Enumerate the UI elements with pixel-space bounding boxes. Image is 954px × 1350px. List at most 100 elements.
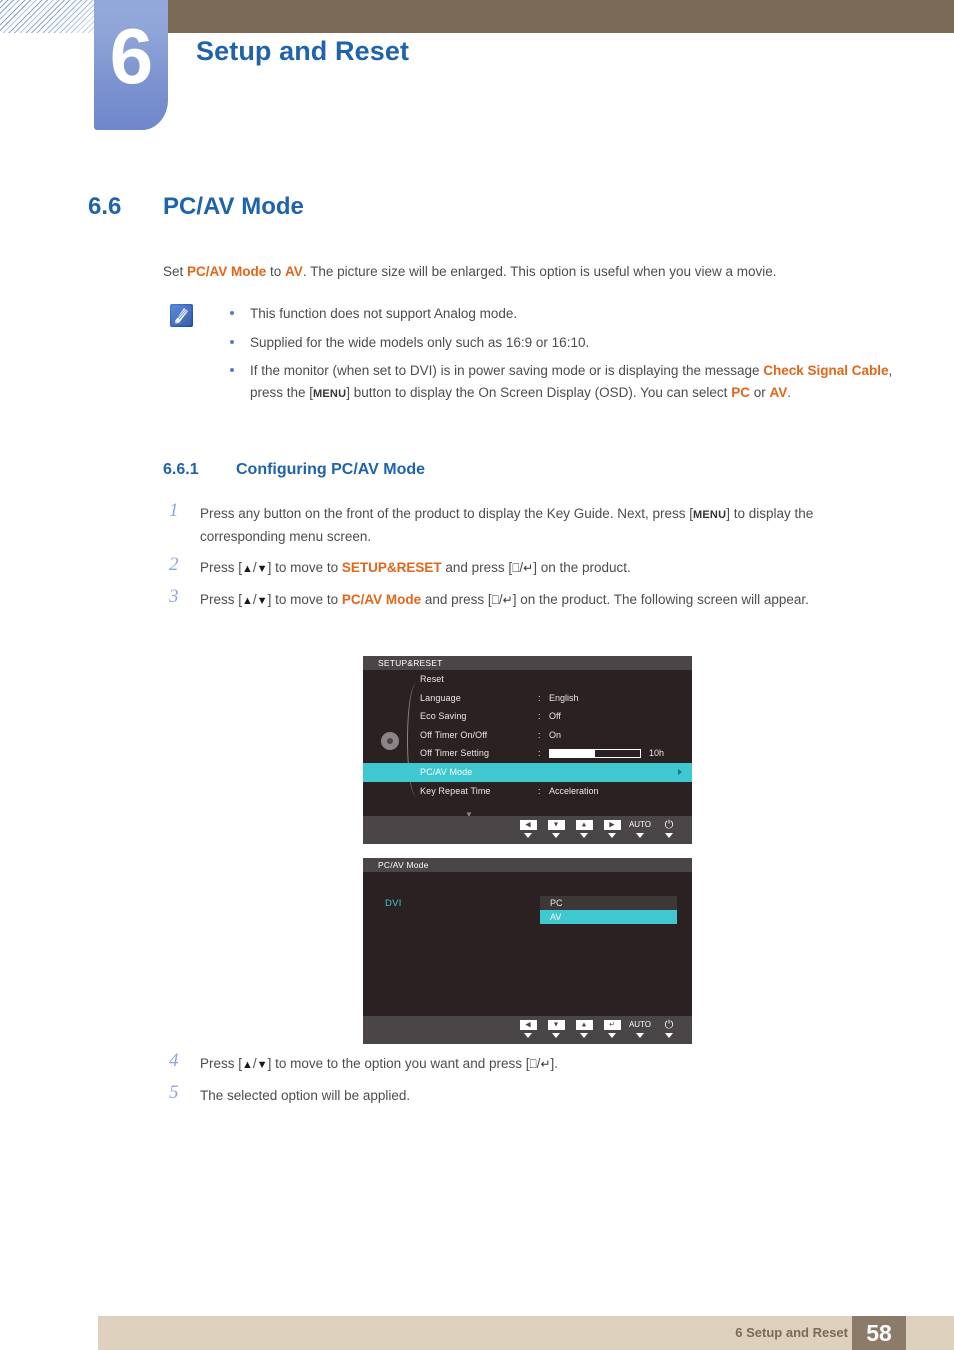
section-intro: Set PC/AV Mode to AV. The picture size w… [163,262,893,282]
enter-key-icon: ↵ [540,1057,551,1071]
step-text-part2: ] to move to [267,560,342,575]
osd-row-colon: : [538,748,541,759]
osd-row-label: Language [420,692,461,703]
key-caret [552,833,560,838]
osd-menu-row-eco-saving[interactable]: Eco Saving : Off [363,707,692,726]
step-item: 2 Press [▲/▼] to move to SETUP&RESET and … [163,554,895,580]
slider-fill [550,750,595,758]
note-item: If the monitor (when set to DVI) is in p… [214,360,894,405]
osd-menu-row-pcav-mode[interactable]: PC/AV Mode [363,762,692,782]
note-text-part4: or [749,384,770,400]
osd-row-colon: : [538,711,541,722]
key-guide-power[interactable]: ⏻ [654,1020,684,1038]
step-text-part1: Press any button on the front of the pro… [200,506,694,521]
osd-menu-row-off-timer-setting[interactable]: Off Timer Setting : 10h [363,744,692,763]
osd-key-guide-bar: ◀ ▼ ▲ ▶ AUTO ⏻ [363,816,692,844]
note-term-pc: PC [731,384,750,400]
step-item: 5 The selected option will be applied. [163,1082,895,1107]
up-arrow-key-icon: ▲ [242,563,253,575]
step-text-part3: ]. [550,1056,559,1071]
section-title: PC/AV Mode [163,193,304,220]
key-guide-auto[interactable]: AUTO [625,1020,655,1038]
down-arrow-key-icon: ▼ [256,1059,268,1071]
down-arrow-key-icon: ▼ [256,595,268,607]
left-arrow-icon: ◀ [525,821,531,829]
header-brown-bar [168,0,954,33]
osd-row-colon: : [538,785,541,796]
chapter-title: Setup and Reset [196,36,410,66]
osd-title: PC/AV Mode [378,860,429,870]
chapter-tab: 6 [94,0,168,130]
osd-row-value: On [549,729,562,740]
key-caret [552,1033,560,1038]
osd-row-label: Reset [420,674,445,684]
key-guide-down-arrow[interactable]: ▼ [541,1020,571,1038]
key-guide-power[interactable]: ⏻ [654,820,684,838]
osd-row-colon: : [538,692,541,703]
auto-label: AUTO [628,820,652,829]
up-arrow-key-icon: ▲ [242,595,253,607]
key-guide-enter[interactable]: ↵ [597,1020,627,1038]
left-arrow-icon: ◀ [525,1021,531,1029]
osd-menu-row-key-repeat-time[interactable]: Key Repeat Time : Acceleration [363,782,692,801]
key-caret [665,1033,673,1038]
bullet-dot [230,368,234,372]
step-text-part1: Press [ [200,592,243,607]
subsection-title: Configuring PC/AV Mode [236,461,426,478]
down-arrow-icon: ▼ [552,1021,560,1029]
key-guide-up-arrow[interactable]: ▲ [569,1020,599,1038]
note-term-check-signal-cable: Check Signal Cable [763,363,889,378]
section-number: 6.6 [88,193,122,220]
osd-menu-row-off-timer-onoff[interactable]: Off Timer On/Off : On [363,726,692,745]
step-term-pcav-mode: PC/AV Mode [341,592,422,607]
step-text-part1: Press [ [200,1056,243,1071]
note-term-av: AV [769,384,788,400]
osd-menu-row-language[interactable]: Language : English [363,689,692,708]
osd-screenshot-pcav-mode: PC/AV Mode DVI : PC AV ◀ ▼ ▲ ↵ AUTO [363,858,692,1044]
step-number: 4 [169,1050,179,1071]
slider-unit-label: 10h [649,748,665,759]
key-guide-down-arrow[interactable]: ▼ [541,820,571,838]
step-number: 1 [169,500,179,521]
down-arrow-key-icon: ▼ [256,563,268,575]
note-item-text: This function does not support Analog mo… [250,306,518,321]
key-guide-left-arrow[interactable]: ◀ [513,1020,543,1038]
option-pc[interactable]: PC [540,896,677,910]
key-guide-left-arrow[interactable]: ◀ [513,820,543,838]
step-text-part4: ] on the product. [533,560,631,575]
key-caret [580,1033,588,1038]
key-guide-auto[interactable]: AUTO [625,820,655,838]
note-list: This function does not support Analog mo… [214,303,894,412]
osd-menu-row-reset[interactable]: Reset [363,670,692,689]
note-item: This function does not support Analog mo… [214,303,894,325]
key-guide-right-arrow[interactable]: ▶ [597,820,627,838]
osd-menu-rows: Reset Language : English Eco Saving : Of… [363,670,692,800]
key-caret [636,833,644,838]
enter-key-icon: ↵ [523,561,534,575]
step-number: 3 [169,586,179,607]
note-text-part1: If the monitor (when set to DVI) is in p… [250,363,764,378]
bullet-dot [230,311,234,315]
step-item: 1 Press any button on the front of the pr… [163,500,895,548]
enter-key-icon: ↵ [502,593,513,607]
off-timer-slider[interactable] [549,749,641,759]
step-text-part1: Press [ [200,560,243,575]
right-arrow-icon: ▶ [609,821,615,829]
box-key-icon: ⎕ [529,1057,537,1071]
down-arrow-icon: ▼ [552,821,560,829]
option-av[interactable]: AV [540,910,677,924]
page-header: 6 Setup and Reset [0,0,954,140]
osd-row-label: Key Repeat Time [420,785,491,796]
step-text-part2: ] to move to the option you want and pre… [267,1056,530,1071]
intro-prefix: Set [163,264,188,279]
key-caret [608,1033,616,1038]
step-number: 5 [169,1082,179,1103]
subsection-number: 6.6.1 [163,461,199,478]
key-guide-up-arrow[interactable]: ▲ [569,820,599,838]
chevron-right-icon [678,768,682,775]
bullet-dot [230,339,234,344]
key-caret [524,1033,532,1038]
osd-row-value: English [549,692,579,703]
menu-keycap: MENU [693,509,727,521]
box-key-icon: ⎕ [491,593,499,607]
